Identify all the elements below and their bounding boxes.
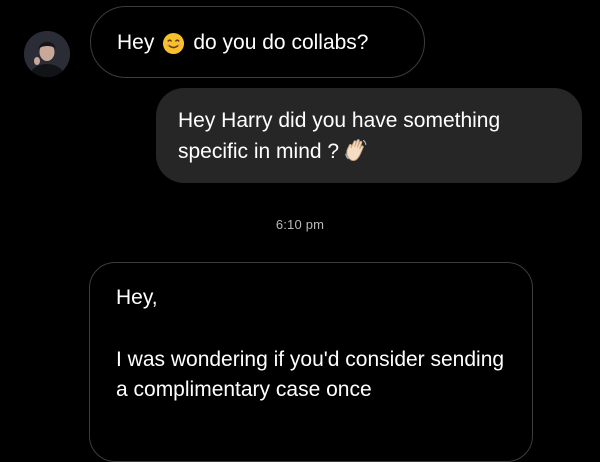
waving-hand-icon [343,137,369,163]
received-message-bubble[interactable]: Hey do you do collabs? [90,6,425,78]
profile-photo-icon [24,31,70,77]
chat-thread: Hey do you do collabs? Hey Harry did you… [0,0,600,462]
message-text: Hey [117,31,155,54]
sent-message-bubble[interactable]: Hey Harry did you have something specifi… [156,88,582,183]
message-text: I was wondering if you'd consider sendin… [116,348,505,401]
message-greeting: Hey, [116,286,158,309]
avatar[interactable] [24,31,70,77]
received-message-bubble[interactable]: Hey, I was wondering if you'd consider s… [89,262,533,462]
message-text: do you do collabs? [193,31,369,54]
smiling-face-icon [162,32,185,55]
message-timestamp: 6:10 pm [275,217,325,232]
message-text: Hey Harry did you have something specifi… [178,109,501,163]
